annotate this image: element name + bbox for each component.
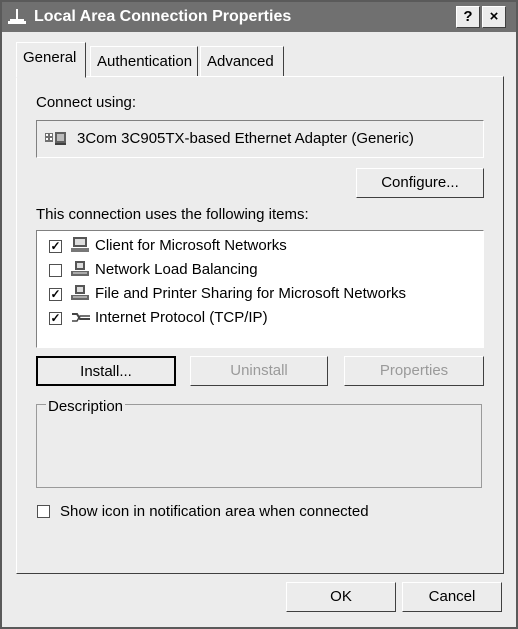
item-label: Internet Protocol (TCP/IP): [95, 309, 268, 326]
tab-general[interactable]: General: [16, 42, 86, 78]
item-label: File and Printer Sharing for Microsoft N…: [95, 285, 406, 302]
configure-button[interactable]: Configure...: [356, 168, 484, 198]
item-checkbox[interactable]: [49, 264, 62, 277]
adapter-name: 3Com 3C905TX-based Ethernet Adapter (Gen…: [77, 130, 414, 147]
uninstall-button[interactable]: Uninstall: [190, 356, 328, 386]
description-group: [36, 404, 482, 488]
items-label: This connection uses the following items…: [36, 206, 309, 223]
properties-button[interactable]: Properties: [344, 356, 484, 386]
tab-label: Advanced: [207, 53, 274, 70]
network-client-icon: [71, 237, 89, 252]
help-button[interactable]: ?: [456, 6, 480, 28]
close-button[interactable]: ×: [482, 6, 506, 28]
network-service-icon: [71, 285, 89, 300]
list-item[interactable]: ✓ Internet Protocol (TCP/IP): [37, 307, 477, 329]
tab-advanced[interactable]: Advanced: [200, 46, 284, 76]
list-item[interactable]: ✓ Client for Microsoft Networks: [37, 235, 477, 257]
items-list[interactable]: ✓ Client for Microsoft Networks Network …: [36, 230, 484, 348]
configure-label: Configure...: [381, 174, 459, 191]
description-label: Description: [46, 398, 126, 415]
show-icon-checkbox[interactable]: [37, 505, 50, 518]
tab-label: General: [23, 49, 77, 66]
tab-authentication[interactable]: Authentication: [90, 46, 198, 76]
network-card-icon: [45, 132, 66, 145]
ok-button[interactable]: OK: [286, 582, 396, 612]
item-checkbox[interactable]: ✓: [49, 312, 62, 325]
install-label: Install...: [80, 363, 132, 380]
item-checkbox[interactable]: ✓: [49, 240, 62, 253]
show-icon-label: Show icon in notification area when conn…: [60, 503, 369, 520]
item-checkbox[interactable]: ✓: [49, 288, 62, 301]
ok-label: OK: [330, 588, 352, 605]
item-label: Network Load Balancing: [95, 261, 258, 278]
connect-using-label: Connect using:: [36, 94, 137, 111]
tab-label: Authentication: [97, 53, 193, 70]
cancel-button[interactable]: Cancel: [402, 582, 502, 612]
adapter-box: 3Com 3C905TX-based Ethernet Adapter (Gen…: [36, 120, 484, 158]
install-button[interactable]: Install...: [36, 356, 176, 386]
properties-label: Properties: [379, 362, 449, 379]
window-title: Local Area Connection Properties: [34, 8, 292, 25]
network-connection-icon: [8, 9, 26, 24]
uninstall-label: Uninstall: [230, 362, 288, 379]
item-label: Client for Microsoft Networks: [95, 237, 287, 254]
list-item[interactable]: Network Load Balancing: [37, 259, 477, 281]
title-bar[interactable]: Local Area Connection Properties ? ×: [2, 2, 516, 32]
list-item[interactable]: ✓ File and Printer Sharing for Microsoft…: [37, 283, 477, 305]
cancel-label: Cancel: [428, 588, 476, 605]
network-service-icon: [71, 261, 89, 276]
protocol-icon: [72, 313, 90, 322]
properties-dialog: Local Area Connection Properties ? × Gen…: [0, 0, 518, 629]
